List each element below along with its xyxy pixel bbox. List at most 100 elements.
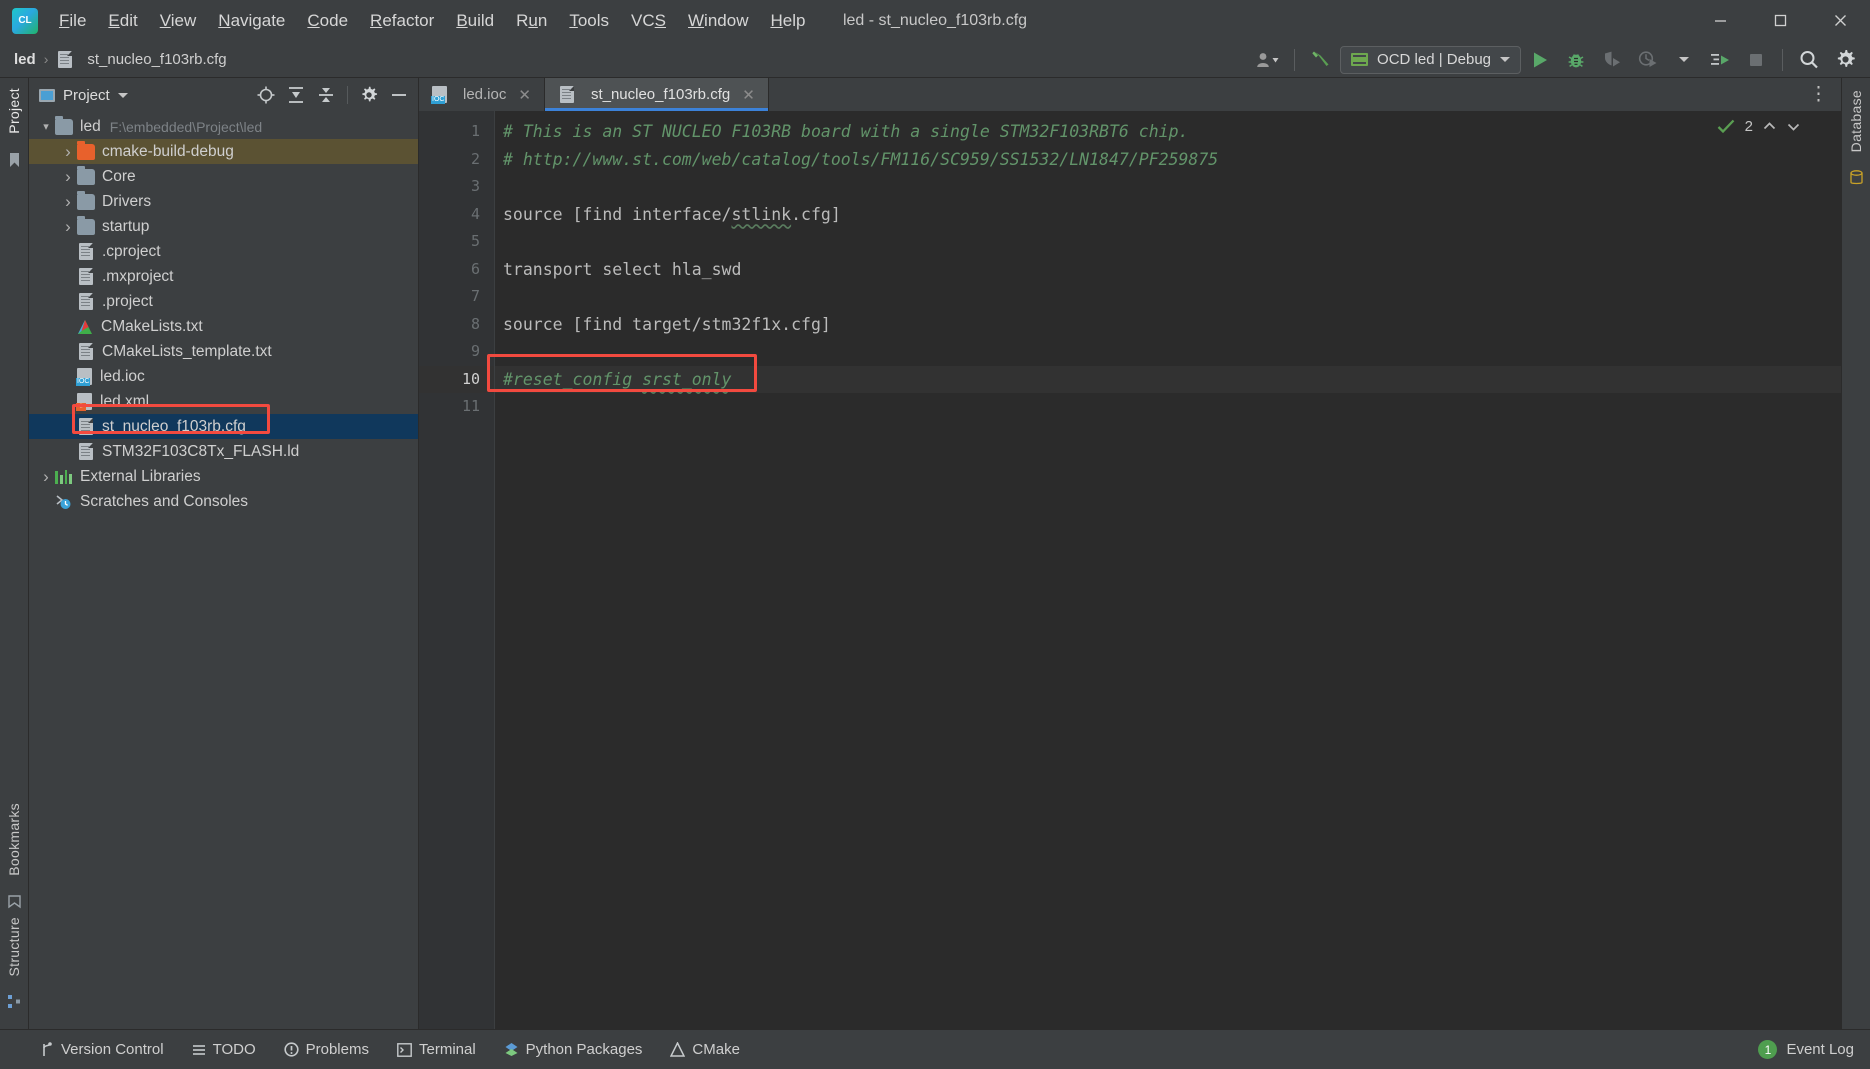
attach-to-process-button[interactable] xyxy=(1703,45,1737,75)
tree-node[interactable]: › cmake-build-debug xyxy=(29,139,418,164)
status-bar-item[interactable]: Python Packages xyxy=(492,1037,655,1062)
chevron-right-icon[interactable]: › xyxy=(59,192,77,212)
close-icon[interactable]: ✕ xyxy=(518,86,531,104)
breadcrumb-file[interactable]: st_nucleo_f103rb.cfg xyxy=(56,50,227,68)
menu-help[interactable]: Help xyxy=(759,6,816,36)
menu-vcs[interactable]: VCS xyxy=(620,6,677,36)
event-log-label[interactable]: Event Log xyxy=(1786,1041,1854,1058)
breadcrumb-project[interactable]: led xyxy=(14,51,36,68)
stripe-button-structure[interactable]: Structure xyxy=(6,917,22,977)
code-line[interactable] xyxy=(494,228,1841,256)
bookmarks-tab-icon[interactable] xyxy=(7,152,22,168)
maximize-button[interactable] xyxy=(1750,0,1810,41)
editor-tab[interactable]: led.ioc ✕ xyxy=(419,78,545,111)
menu-edit[interactable]: Edit xyxy=(97,6,148,36)
tree-node[interactable]: .cproject xyxy=(29,239,418,264)
folder-icon xyxy=(77,190,95,210)
chevron-right-icon[interactable]: › xyxy=(59,142,77,162)
select-opened-file-button[interactable] xyxy=(253,83,279,107)
tree-node[interactable]: ▾ led F:\embedded\Project\led xyxy=(29,114,418,139)
folder-icon xyxy=(77,140,95,160)
menu-code[interactable]: Code xyxy=(296,6,359,36)
status-bar-item[interactable]: Version Control xyxy=(28,1037,176,1062)
search-everywhere-button[interactable] xyxy=(1792,45,1826,75)
editor-tab[interactable]: st_nucleo_f103rb.cfg ✕ xyxy=(544,78,769,111)
more-options-icon[interactable]: ⋮ xyxy=(1809,85,1829,104)
menu-file[interactable]: File xyxy=(48,6,97,36)
stripe-button-database[interactable]: Database xyxy=(1848,90,1864,152)
ioc-file-icon xyxy=(431,86,447,104)
user-account-button[interactable] xyxy=(1251,45,1285,75)
tree-node[interactable]: st_nucleo_f103rb.cfg xyxy=(29,414,418,439)
status-bar-item[interactable]: CMake xyxy=(658,1037,752,1062)
code-line[interactable]: source [find interface/stlink.cfg] xyxy=(494,201,1841,229)
tree-node[interactable]: Scratches and Consoles xyxy=(29,489,418,514)
code-line[interactable]: transport select hla_swd xyxy=(494,256,1841,284)
hide-panel-button[interactable] xyxy=(386,83,412,107)
code-line[interactable] xyxy=(494,173,1841,201)
tree-node[interactable]: STM32F103C8Tx_FLASH.ld xyxy=(29,439,418,464)
tree-node[interactable]: › Drivers xyxy=(29,189,418,214)
file-icon xyxy=(79,443,93,460)
close-icon[interactable]: ✕ xyxy=(742,86,755,104)
run-with-coverage-button[interactable] xyxy=(1595,45,1629,75)
menu-build[interactable]: Build xyxy=(445,6,505,36)
chevron-down-icon[interactable] xyxy=(117,92,128,98)
spellcheck-word: srst_only xyxy=(642,369,732,389)
chevron-right-icon[interactable]: › xyxy=(37,467,55,487)
code-line[interactable]: # This is an ST NUCLEO F103RB board with… xyxy=(494,118,1841,146)
status-bar-item[interactable]: TODO xyxy=(180,1037,268,1062)
minimize-button[interactable] xyxy=(1690,0,1750,41)
menu-navigate[interactable]: Navigate xyxy=(207,6,296,36)
menu-view[interactable]: View xyxy=(149,6,208,36)
code-line[interactable]: #reset_config srst_only xyxy=(494,365,1841,393)
chevron-down-icon[interactable]: ▾ xyxy=(37,120,55,133)
stripe-button-bookmarks[interactable]: Bookmarks xyxy=(6,803,22,876)
code-content[interactable]: # This is an ST NUCLEO F103RB board with… xyxy=(494,111,1841,1029)
inspection-widget[interactable]: 2 xyxy=(1717,118,1801,135)
status-bar-item[interactable]: Terminal xyxy=(385,1037,488,1062)
menu-window[interactable]: Window xyxy=(677,6,759,36)
stripe-button-project[interactable]: Project xyxy=(6,88,22,134)
settings-button[interactable] xyxy=(1828,45,1862,75)
code-line[interactable] xyxy=(494,283,1841,311)
code-line[interactable] xyxy=(494,393,1841,421)
tree-node[interactable]: .project xyxy=(29,289,418,314)
project-tree[interactable]: ▾ led F:\embedded\Project\led › cmake-build-… xyxy=(29,112,418,1029)
code-line[interactable]: # http://www.st.com/web/catalog/tools/FM… xyxy=(494,146,1841,174)
event-log-group[interactable]: 1 Event Log xyxy=(1758,1040,1854,1059)
tree-node[interactable]: led.xml xyxy=(29,389,418,414)
chevron-right-icon[interactable]: › xyxy=(59,217,77,237)
code-line[interactable] xyxy=(494,338,1841,366)
expand-all-button[interactable] xyxy=(283,83,309,107)
code-line-text: # This is an ST NUCLEO F103RB board with… xyxy=(503,122,1189,141)
profile-button[interactable] xyxy=(1631,45,1665,75)
code-editor[interactable]: 1 2 3 4 5 6 7 8 9 10 11 # This is an ST NUCLEO F10… xyxy=(419,111,1841,1029)
inspection-prev-icon[interactable] xyxy=(1762,120,1777,133)
profile-dropdown-button[interactable] xyxy=(1667,45,1701,75)
debug-button[interactable] xyxy=(1559,45,1593,75)
tree-node[interactable]: CMakeLists.txt xyxy=(29,314,418,339)
tree-node[interactable]: › startup xyxy=(29,214,418,239)
chevron-right-icon[interactable]: › xyxy=(59,167,77,187)
tree-node[interactable]: CMakeLists_template.txt xyxy=(29,339,418,364)
close-button[interactable] xyxy=(1810,0,1870,41)
collapse-all-button[interactable] xyxy=(313,83,339,107)
tree-node[interactable]: › External Libraries xyxy=(29,464,418,489)
run-configuration-selector[interactable]: OCD led | Debug xyxy=(1340,45,1521,74)
status-bar-item[interactable]: Problems xyxy=(272,1037,381,1062)
run-button[interactable] xyxy=(1523,45,1557,75)
code-line[interactable]: source [find target/stm32f1x.cfg] xyxy=(494,311,1841,339)
menu-edit-label: dit xyxy=(119,10,138,30)
build-hammer-button[interactable] xyxy=(1304,45,1338,75)
tree-node[interactable]: .mxproject xyxy=(29,264,418,289)
inspection-next-icon[interactable] xyxy=(1786,120,1801,133)
tree-node[interactable]: led.ioc xyxy=(29,364,418,389)
status-bar-item-label: CMake xyxy=(692,1041,740,1058)
menu-refactor[interactable]: Refactor xyxy=(359,6,445,36)
panel-settings-button[interactable] xyxy=(356,83,382,107)
stop-button[interactable] xyxy=(1739,45,1773,75)
tree-node[interactable]: › Core xyxy=(29,164,418,189)
menu-run[interactable]: Run xyxy=(505,6,558,36)
menu-tools[interactable]: Tools xyxy=(558,6,620,36)
